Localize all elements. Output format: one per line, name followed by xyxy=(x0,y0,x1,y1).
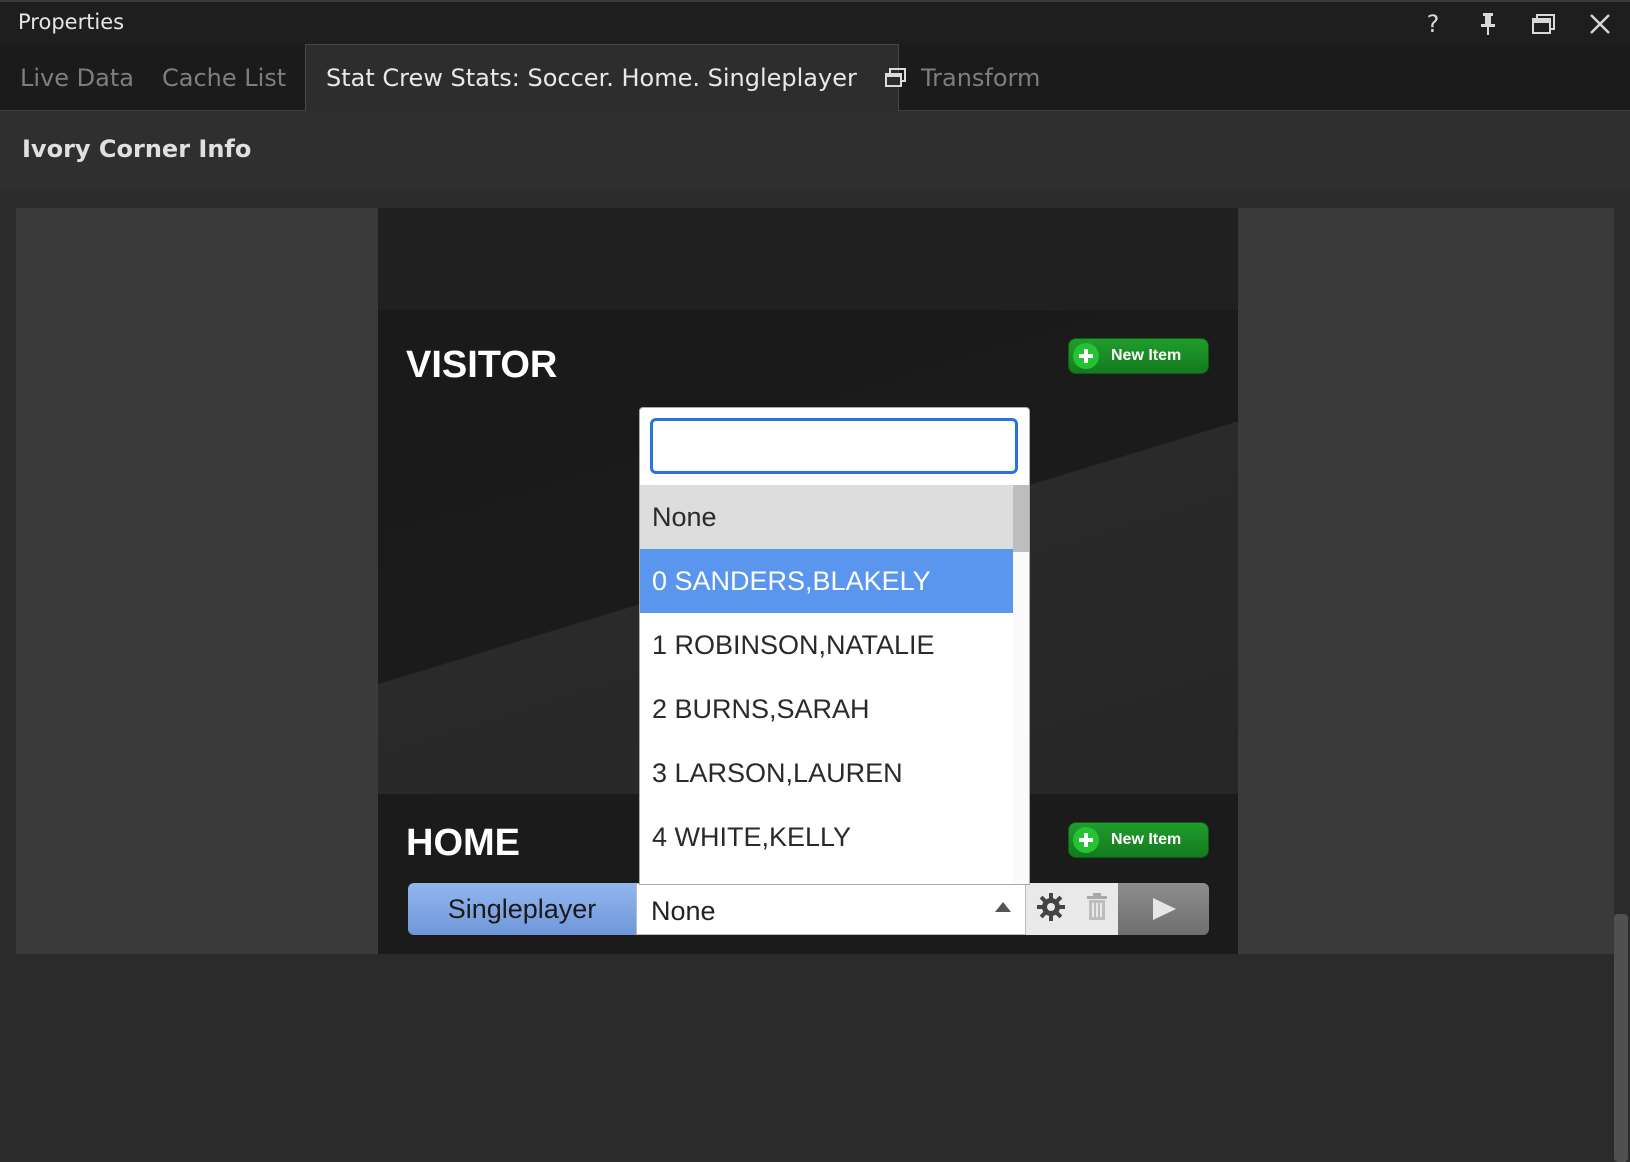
title-bar: Properties ? xyxy=(0,0,1630,44)
section-header: Ivory Corner Info xyxy=(0,111,1630,191)
window-title: Properties xyxy=(18,10,125,34)
pin-icon[interactable] xyxy=(1472,8,1504,40)
play-button[interactable] xyxy=(1118,883,1209,935)
content-scrollbar[interactable] xyxy=(1614,914,1628,1162)
new-item-label: New Item xyxy=(1111,347,1182,364)
gear-icon[interactable] xyxy=(1036,892,1066,926)
tab-label: Stat Crew Stats: Soccer. Home. Singlepla… xyxy=(326,64,857,92)
dropdown-scroll-thumb[interactable] xyxy=(1013,485,1029,552)
popout-icon[interactable] xyxy=(884,68,907,88)
help-icon[interactable]: ? xyxy=(1417,8,1449,40)
trash-icon[interactable] xyxy=(1085,892,1109,926)
tab-label: Cache List xyxy=(162,63,287,92)
singleplayer-mode-button[interactable]: Singleplayer xyxy=(408,883,636,935)
plus-icon xyxy=(1073,343,1099,369)
dropdown-option[interactable]: 2 BURNS,SARAH xyxy=(640,677,1013,741)
player-dropdown: None 0 SANDERS,BLAKELY 1 ROBINSON,NATALI… xyxy=(639,407,1030,885)
tab-bar: Live Data Cache List Stat Crew Stats: So… xyxy=(0,44,1630,111)
panel-top-spacer xyxy=(378,208,1238,310)
help-icon-glyph: ? xyxy=(1426,10,1440,38)
select-value: None xyxy=(651,896,716,926)
tab-live-data[interactable]: Live Data xyxy=(20,44,134,111)
visitor-new-item-button[interactable]: New Item xyxy=(1068,338,1209,374)
dropdown-options: None 0 SANDERS,BLAKELY 1 ROBINSON,NATALI… xyxy=(640,485,1013,869)
plus-icon xyxy=(1073,827,1099,853)
dropdown-option[interactable]: 0 SANDERS,BLAKELY xyxy=(640,549,1013,613)
new-item-label: New Item xyxy=(1111,831,1182,848)
home-new-item-button[interactable]: New Item xyxy=(1068,822,1209,858)
play-icon xyxy=(1152,898,1176,920)
dropdown-option[interactable]: 4 WHITE,KELLY xyxy=(640,805,1013,869)
dropdown-option[interactable]: 3 LARSON,LAUREN xyxy=(640,741,1013,805)
mode-label: Singleplayer xyxy=(447,893,597,924)
tab-transform[interactable]: Transform xyxy=(921,44,1040,111)
dropdown-option[interactable]: 1 ROBINSON,NATALIE xyxy=(640,613,1013,677)
tab-stat-crew-stats[interactable]: Stat Crew Stats: Soccer. Home. Singlepla… xyxy=(305,44,906,111)
restore-icon[interactable] xyxy=(1528,8,1560,40)
tab-label: Transform xyxy=(921,63,1041,92)
tab-cache-list[interactable]: Cache List xyxy=(162,44,286,111)
visitor-title: VISITOR xyxy=(406,344,558,386)
home-title: HOME xyxy=(406,822,520,864)
tab-label: Live Data xyxy=(20,63,134,92)
chevron-up-icon xyxy=(995,902,1011,912)
dropdown-search-input[interactable] xyxy=(650,418,1018,474)
dropdown-option-none[interactable]: None xyxy=(640,485,1013,549)
close-icon[interactable] xyxy=(1584,8,1616,40)
player-select[interactable]: None xyxy=(636,883,1026,935)
tool-buttons xyxy=(1026,883,1118,935)
section-title: Ivory Corner Info xyxy=(22,135,252,163)
